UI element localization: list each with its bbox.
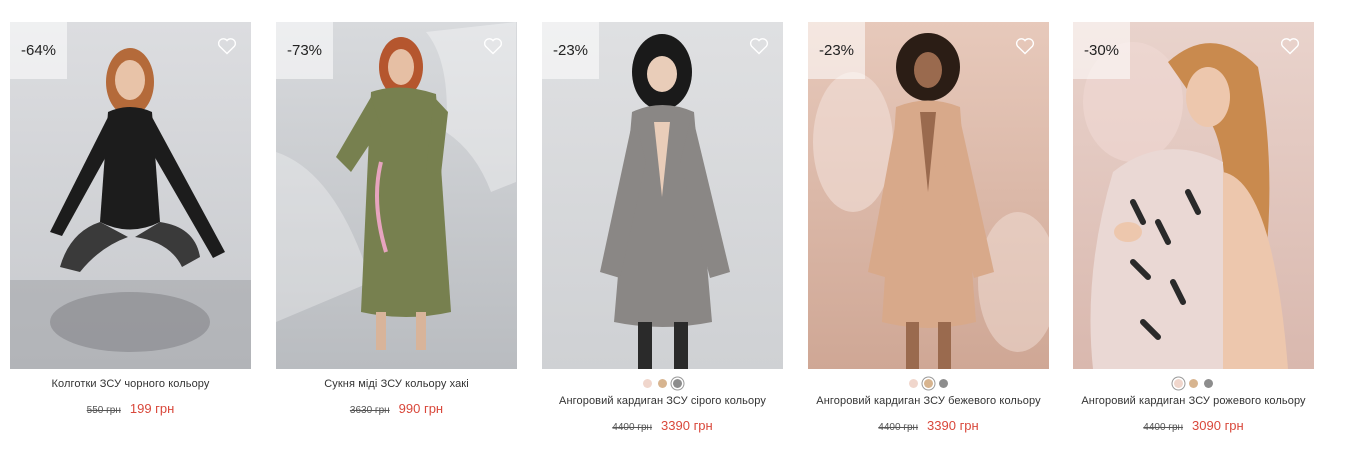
wishlist-heart-icon[interactable] xyxy=(217,37,237,55)
color-swatch[interactable] xyxy=(658,379,667,388)
color-swatch[interactable] xyxy=(673,379,682,388)
product-prices: 4400 грн 3090 грн xyxy=(1073,418,1314,433)
discount-badge: -73% xyxy=(276,22,333,79)
old-price: 550 грн xyxy=(86,405,121,416)
product-card[interactable]: -23% Ангоровий кардиган ЗСУ бежевого кол… xyxy=(808,22,1049,433)
color-swatches xyxy=(1073,379,1314,390)
product-title[interactable]: Ангоровий кардиган ЗСУ сірого кольору xyxy=(542,395,783,407)
color-swatch[interactable] xyxy=(924,379,933,388)
product-card[interactable]: -30% Ангоровий кардиган ЗСУ рожевого кол… xyxy=(1073,22,1314,433)
product-title[interactable]: Ангоровий кардиган ЗСУ рожевого кольору xyxy=(1073,395,1314,407)
wishlist-heart-icon[interactable] xyxy=(483,37,503,55)
product-title[interactable]: Сукня міді ЗСУ кольору хакі xyxy=(276,378,517,390)
product-title[interactable]: Ангоровий кардиган ЗСУ бежевого кольору xyxy=(808,395,1049,407)
product-prices: 4400 грн 3390 грн xyxy=(542,418,783,433)
color-swatch[interactable] xyxy=(1189,379,1198,388)
color-swatch[interactable] xyxy=(1174,379,1183,388)
color-swatches xyxy=(808,379,1049,390)
wishlist-heart-icon[interactable] xyxy=(749,37,769,55)
discount-badge: -30% xyxy=(1073,22,1130,79)
product-image[interactable]: -64% xyxy=(10,22,251,369)
color-swatch[interactable] xyxy=(1204,379,1213,388)
product-image[interactable]: -73% xyxy=(276,22,517,369)
sale-price: 3390 грн xyxy=(661,418,713,433)
color-swatch[interactable] xyxy=(909,379,918,388)
old-price: 4400 грн xyxy=(612,422,653,433)
discount-badge: -64% xyxy=(10,22,67,79)
old-price: 4400 грн xyxy=(1143,422,1184,433)
product-title[interactable]: Колготки ЗСУ чорного кольору xyxy=(10,378,251,390)
product-prices: 4400 грн 3390 грн xyxy=(808,418,1049,433)
discount-badge: -23% xyxy=(808,22,865,79)
sale-price: 199 грн xyxy=(129,401,175,416)
sale-price: 3390 грн xyxy=(927,418,979,433)
sale-price: 990 грн xyxy=(398,401,444,416)
product-prices: 3630 грн 990 грн xyxy=(276,401,517,416)
wishlist-heart-icon[interactable] xyxy=(1015,37,1035,55)
product-image[interactable]: -23% xyxy=(808,22,1049,369)
product-card[interactable]: -64% Колготки ЗСУ чорного кольору 550 гр… xyxy=(10,22,251,416)
color-swatch[interactable] xyxy=(643,379,652,388)
product-card[interactable]: -23% Ангоровий кардиган ЗСУ сірого кольо… xyxy=(542,22,783,433)
product-image[interactable]: -23% xyxy=(542,22,783,369)
product-image[interactable]: -30% xyxy=(1073,22,1314,369)
color-swatches xyxy=(542,379,783,390)
sale-price: 3090 грн xyxy=(1192,418,1244,433)
product-grid: -64% Колготки ЗСУ чорного кольору 550 гр… xyxy=(0,0,1366,473)
wishlist-heart-icon[interactable] xyxy=(1280,37,1300,55)
color-swatch[interactable] xyxy=(939,379,948,388)
product-prices: 550 грн 199 грн xyxy=(10,401,251,416)
old-price: 3630 грн xyxy=(349,405,390,416)
product-card[interactable]: -73% Сукня міді ЗСУ кольору хакі 3630 гр… xyxy=(276,22,517,416)
old-price: 4400 грн xyxy=(878,422,919,433)
discount-badge: -23% xyxy=(542,22,599,79)
